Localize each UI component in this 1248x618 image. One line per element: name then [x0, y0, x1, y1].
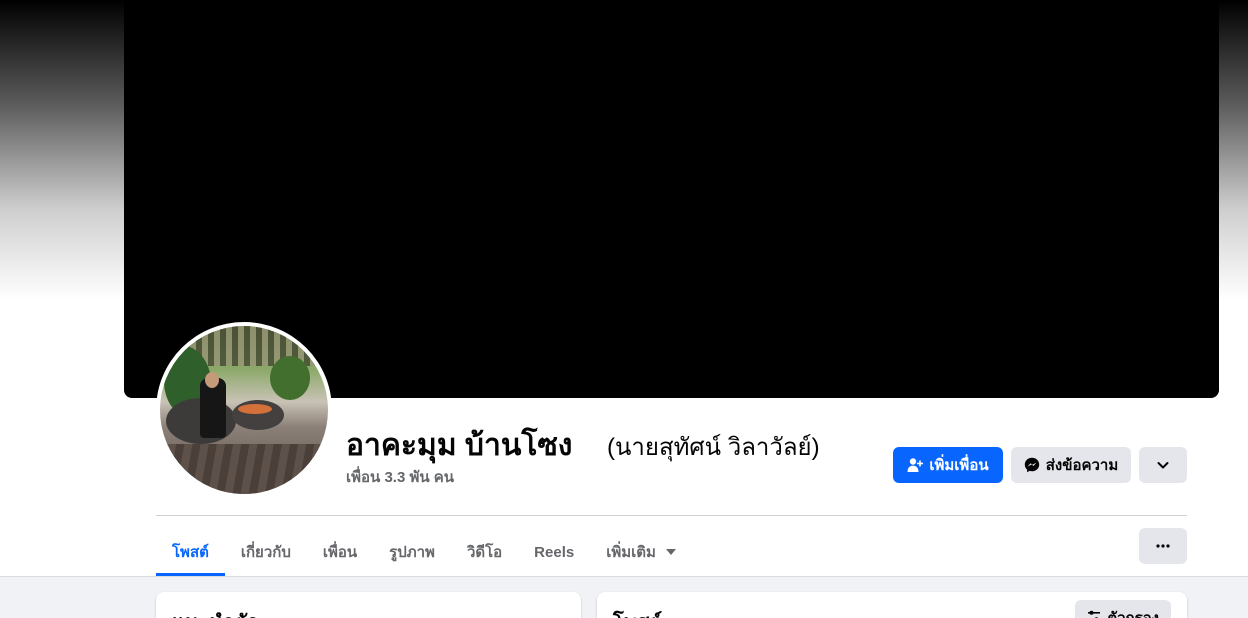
intro-card: แนะนำตัว	[156, 592, 581, 618]
tab-label: โพสต์	[172, 544, 209, 561]
add-friend-button[interactable]: เพิ่มเพื่อน	[893, 447, 1003, 483]
tab-reels[interactable]: Reels	[518, 528, 590, 576]
tab-label: Reels	[534, 543, 575, 561]
profile-tabs: โพสต์ เกี่ยวกับ เพื่อน รูปภาพ วิดีโอ Ree…	[156, 528, 692, 576]
tabs-more-options-button[interactable]	[1139, 528, 1187, 564]
tab-label: เพื่อน	[322, 544, 358, 561]
tab-photos[interactable]: รูปภาพ	[373, 528, 451, 576]
send-message-label: ส่งข้อความ	[1045, 457, 1119, 474]
add-friend-icon	[907, 457, 924, 473]
tab-posts[interactable]: โพสต์	[156, 528, 225, 576]
tab-videos[interactable]: วิดีโอ	[451, 528, 518, 576]
chevron-down-icon	[1156, 458, 1170, 472]
tab-label: รูปภาพ	[389, 544, 435, 561]
tab-label: วิดีโอ	[466, 544, 503, 561]
profile-name: อาคะมุม บ้านโซง	[346, 429, 573, 462]
add-friend-label: เพิ่มเพื่อน	[929, 457, 989, 474]
friend-count[interactable]: เพื่อน 3.3 พัน คน	[346, 465, 454, 489]
profile-picture[interactable]	[156, 322, 332, 498]
tab-about[interactable]: เกี่ยวกับ	[225, 528, 307, 576]
filter-icon	[1087, 609, 1101, 618]
messenger-icon	[1024, 457, 1040, 473]
profile-alternate-name: (นายสุทัศน์ วิลาวัลย์)	[607, 434, 820, 461]
profile-options-button[interactable]	[1139, 447, 1187, 483]
posts-card-title: โพสต์	[613, 606, 662, 618]
tab-label: เพิ่มเติม	[606, 544, 656, 561]
tab-friends[interactable]: เพื่อน	[307, 528, 373, 576]
filter-button[interactable]: ตัวกรอง	[1075, 600, 1171, 618]
header-divider	[156, 515, 1187, 516]
intro-card-title: แนะนำตัว	[172, 606, 258, 618]
tab-more[interactable]: เพิ่มเติม	[590, 528, 692, 576]
ellipsis-icon	[1155, 538, 1171, 554]
tab-label: เกี่ยวกับ	[240, 544, 291, 561]
caret-down-icon	[665, 549, 676, 555]
send-message-button[interactable]: ส่งข้อความ	[1011, 447, 1131, 483]
filter-label: ตัวกรอง	[1107, 606, 1159, 618]
posts-card: โพสต์ ตัวกรอง	[597, 592, 1187, 618]
profile-photo-image	[160, 326, 328, 494]
